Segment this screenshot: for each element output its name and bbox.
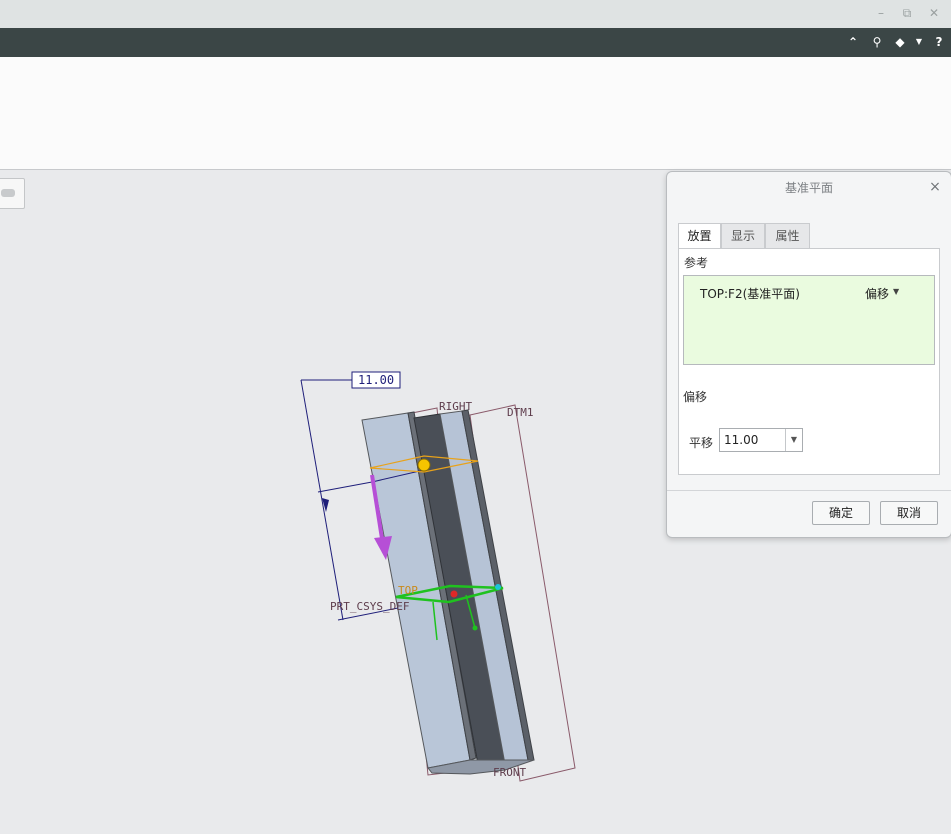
restore-icon[interactable]: ⧉ xyxy=(900,6,914,20)
ok-button[interactable]: 确定 xyxy=(812,501,870,525)
top-plane-label: TOP xyxy=(398,584,418,597)
dtm1-plane-label: DTM1 xyxy=(507,406,534,419)
translation-value[interactable]: 11.00 xyxy=(724,433,758,447)
placement-panel: 参考 TOP:F2(基准平面) 偏移 ▼ 偏移 平移 11.00 ▼ xyxy=(678,248,940,475)
dropdown-caret-icon[interactable]: ▼ xyxy=(912,34,926,50)
drag-handle[interactable] xyxy=(417,458,431,472)
tab-display[interactable]: 显示 xyxy=(721,223,765,248)
tab-placement[interactable]: 放置 xyxy=(678,223,721,249)
csys-origin xyxy=(450,590,458,598)
translation-label: 平移 xyxy=(689,436,714,450)
front-plane-label: FRONT xyxy=(493,766,526,779)
top-toolbar: ⌃ ⚲ ◆ ▼ ? xyxy=(0,28,951,57)
references-label: 参考 xyxy=(684,256,709,270)
cancel-button[interactable]: 取消 xyxy=(880,501,938,525)
chevron-down-icon[interactable]: ▼ xyxy=(893,287,899,296)
csys-label: PRT_CSYS_DEF xyxy=(330,600,409,613)
minimize-icon[interactable]: – xyxy=(874,6,888,20)
dialog-separator xyxy=(667,490,951,491)
right-plane-label: RIGHT xyxy=(439,400,472,413)
reference-item[interactable]: TOP:F2(基准平面) xyxy=(700,285,800,302)
reference-mode-dropdown[interactable]: 偏移 xyxy=(865,285,889,302)
datum-plane-dialog: 基准平面 × 放置 显示 属性 参考 TOP:F2(基准平面) 偏移 ▼ 偏移 … xyxy=(666,171,951,538)
translation-input[interactable]: 11.00 ▼ xyxy=(719,428,803,452)
help-icon[interactable]: ? xyxy=(932,34,946,50)
close-icon[interactable]: ✕ xyxy=(927,6,941,20)
tab-properties[interactable]: 属性 xyxy=(765,223,810,248)
offset-section-label: 偏移 xyxy=(683,390,708,404)
close-icon[interactable]: × xyxy=(928,180,942,194)
title-bar: – ⧉ ✕ xyxy=(0,0,951,28)
chevron-down-icon[interactable]: ▼ xyxy=(785,429,802,451)
dialog-title: 基准平面 xyxy=(784,181,833,195)
graduation-cap-icon[interactable]: ◆ xyxy=(893,34,907,50)
dimension-value[interactable]: 11.00 xyxy=(358,373,394,387)
ribbon xyxy=(0,57,951,170)
references-collector[interactable]: TOP:F2(基准平面) 偏移 ▼ xyxy=(683,275,935,365)
caret-up-icon[interactable]: ⌃ xyxy=(846,34,860,50)
search-icon[interactable]: ⚲ xyxy=(870,34,884,50)
